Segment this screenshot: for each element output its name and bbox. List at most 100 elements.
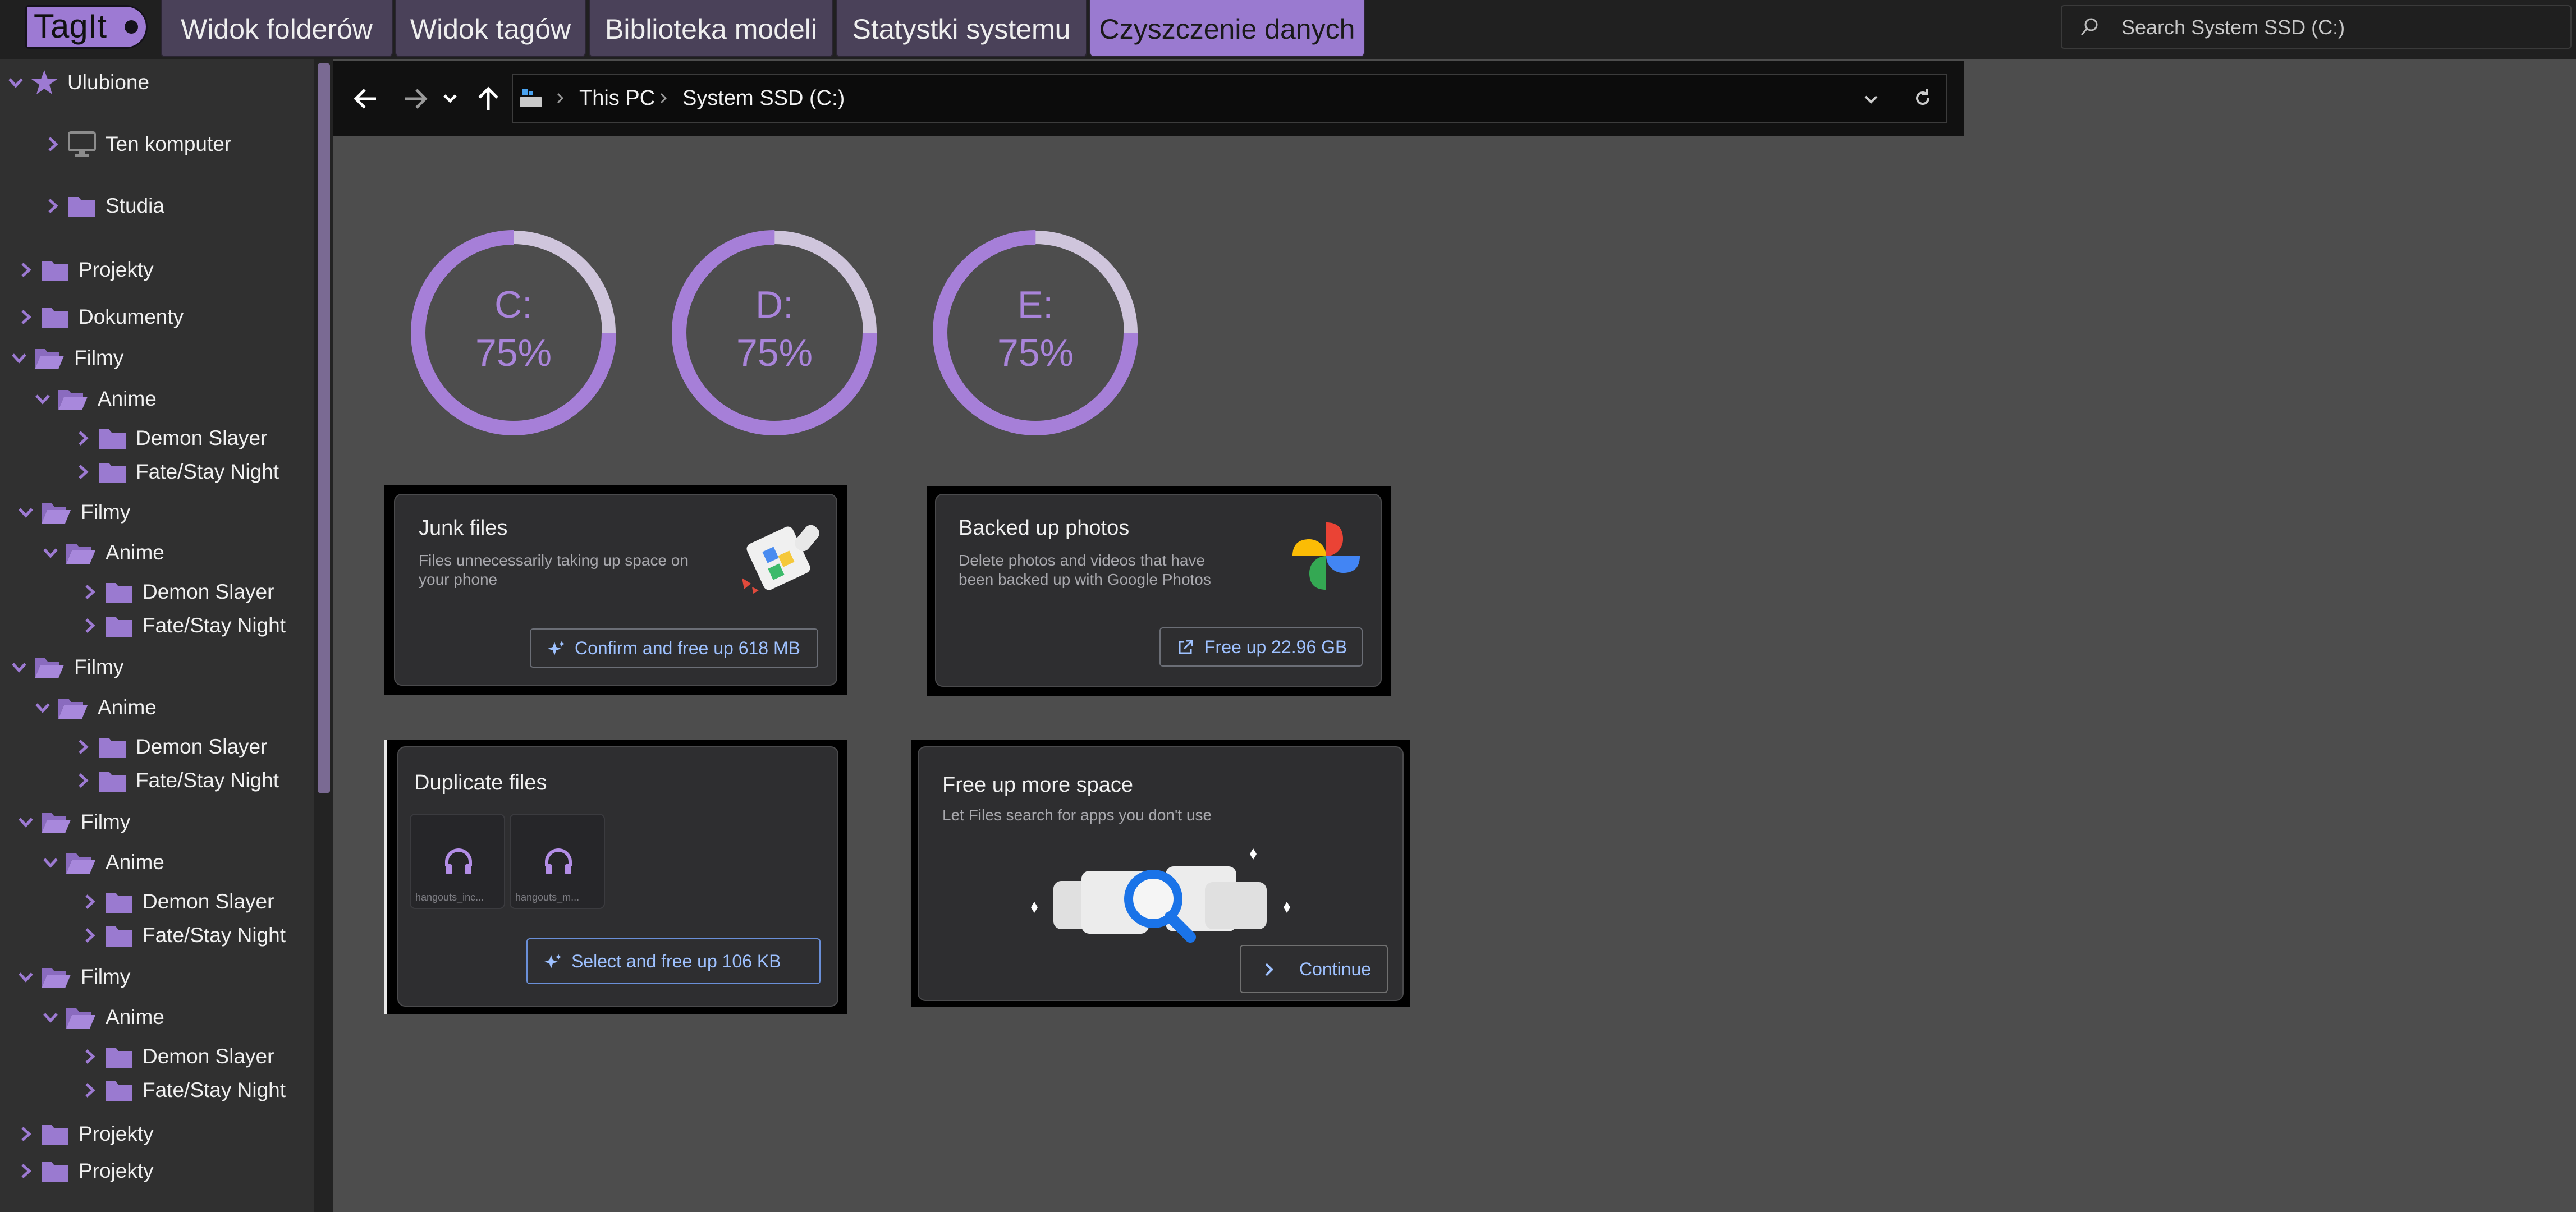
tree-item-projekty[interactable]: Projekty [17,253,154,287]
file-name: hangouts_m... [515,892,580,903]
tree-item-fate[interactable]: Fate/Stay Night [81,609,286,642]
continue-button[interactable]: Continue [1240,945,1388,993]
up-arrow-icon[interactable] [473,83,504,114]
chevron-right-icon[interactable] [44,197,62,215]
tree-item-filmy[interactable]: Filmy [10,650,123,684]
chevron-right-icon[interactable] [44,135,62,153]
tab-data-cleanup[interactable]: Czyszczenie danych [1089,0,1365,57]
breadcrumb-this-pc[interactable]: This PC [579,75,655,122]
forward-arrow-icon[interactable] [400,83,431,114]
sparkle-icon [544,954,562,968]
tree-item-fate[interactable]: Fate/Stay Night [74,764,279,797]
app-logo[interactable]: TagIt [25,5,148,49]
tab-tag-view[interactable]: Widok tagów [395,0,586,57]
breadcrumb-drive[interactable]: System SSD (C:) [682,75,845,122]
duplicate-files-card-frame: Duplicate files hangouts_inc... hangouts… [384,740,847,1014]
search-box[interactable]: Search System SSD (C:) [2061,5,2572,49]
chevron-down-icon[interactable] [7,74,25,91]
chevron-right-icon[interactable] [74,772,92,789]
chevron-right-icon[interactable] [81,926,99,944]
chevron-right-icon[interactable] [17,261,35,279]
tab-system-stats[interactable]: Statystki systemu [836,0,1087,57]
folder-icon [40,305,70,329]
select-free-duplicates-button[interactable]: Select and free up 106 KB [526,938,821,984]
tree-item-filmy[interactable]: Filmy [10,341,123,375]
tree-item-computer[interactable]: Ten komputer [44,127,231,161]
tree-item-fate[interactable]: Fate/Stay Night [81,1073,286,1107]
sidebar-scrollbar[interactable] [314,59,333,1212]
tree-label: Filmy [81,810,131,833]
tree-item-anime[interactable]: Anime [42,536,164,570]
folder-icon [67,194,97,218]
tree-item-demon[interactable]: Demon Slayer [81,1040,274,1073]
tree-item-filmy[interactable]: Filmy [17,805,130,839]
chevron-right-icon[interactable] [81,583,99,601]
chevron-down-icon[interactable] [42,1008,59,1026]
folder-icon [40,258,70,282]
duplicate-file-thumb[interactable]: hangouts_m... [510,814,605,909]
chevron-right-icon[interactable] [17,1162,35,1180]
tree-item-studia[interactable]: Studia [44,189,164,223]
tree-item-anime[interactable]: Anime [34,691,157,724]
card-subtitle: Let Files search for apps you don't use [942,806,1212,824]
scrollbar-thumb[interactable] [318,63,330,793]
chevron-right-icon[interactable] [81,893,99,911]
address-dropdown-icon[interactable] [1861,89,1881,109]
chevron-right-icon[interactable] [81,1048,99,1066]
chevron-right-icon[interactable] [74,738,92,756]
chevron-down-icon[interactable] [17,813,35,831]
confirm-free-junk-button[interactable]: Confirm and free up 618 MB [530,628,818,668]
tree-item-demon[interactable]: Demon Slayer [81,885,274,919]
refresh-icon[interactable] [1912,87,1934,109]
chevron-right-icon[interactable] [74,463,92,481]
disk-c-usage[interactable]: C: 75% [410,229,617,437]
tree-item-projekty[interactable]: Projekty [17,1117,154,1151]
chevron-right-icon[interactable] [81,1081,99,1099]
chevron-right-icon[interactable] [74,429,92,447]
chevron-right-icon[interactable] [17,1125,35,1143]
tree-label: Filmy [81,965,131,988]
tree-item-favorites[interactable]: Ulubione [7,66,149,99]
tree-item-fate[interactable]: Fate/Stay Night [74,455,279,489]
tree-item-projekty[interactable]: Projekty [17,1154,154,1188]
tree-item-anime[interactable]: Anime [42,1000,164,1034]
address-bar[interactable]: This PC System SSD (C:) [512,74,1947,123]
backed-up-photos-card-frame: Backed up photos Delete photos and video… [927,486,1391,696]
search-input[interactable]: Search System SSD (C:) [2121,6,2345,49]
tree-item-anime[interactable]: Anime [34,382,157,416]
disk-e-usage[interactable]: E: 75% [932,229,1139,437]
tree-item-demon[interactable]: Demon Slayer [74,730,267,764]
card-title: Junk files [419,516,508,540]
search-icon [2080,18,2098,36]
folder-icon [98,426,127,451]
tree-item-filmy[interactable]: Filmy [17,960,130,994]
tree-item-demon[interactable]: Demon Slayer [81,575,274,609]
tree-label: Projekty [79,258,154,281]
chevron-down-icon[interactable] [17,968,35,986]
free-up-photos-button[interactable]: Free up 22.96 GB [1159,627,1363,667]
chevron-down-icon[interactable] [10,349,28,367]
tree-item-dokumenty[interactable]: Dokumenty [17,300,184,334]
tree-item-anime[interactable]: Anime [42,846,164,879]
chevron-down-icon[interactable] [42,544,59,562]
tree-item-demon[interactable]: Demon Slayer [74,421,267,455]
chevron-down-icon[interactable] [17,503,35,521]
tab-model-library[interactable]: Biblioteka modeli [589,0,833,57]
tree-label: Anime [98,387,157,410]
chevron-right-icon[interactable] [17,308,35,326]
disk-d-usage[interactable]: D: 75% [671,229,878,437]
recent-dropdown-icon[interactable] [440,83,460,114]
tree-item-filmy[interactable]: Filmy [17,495,130,529]
chevron-right-icon[interactable] [81,617,99,635]
tree-item-fate[interactable]: Fate/Stay Night [81,919,286,952]
chevron-down-icon[interactable] [34,699,52,717]
duplicate-file-thumb[interactable]: hangouts_inc... [410,814,505,909]
chevron-down-icon[interactable] [42,853,59,871]
chevron-down-icon[interactable] [34,390,52,408]
back-arrow-icon[interactable] [350,83,382,114]
folder-open-icon [40,965,72,989]
folder-icon [104,580,134,604]
headphones-icon [545,848,572,874]
chevron-down-icon[interactable] [10,658,28,676]
tab-folder-view[interactable]: Widok folderów [161,0,393,57]
